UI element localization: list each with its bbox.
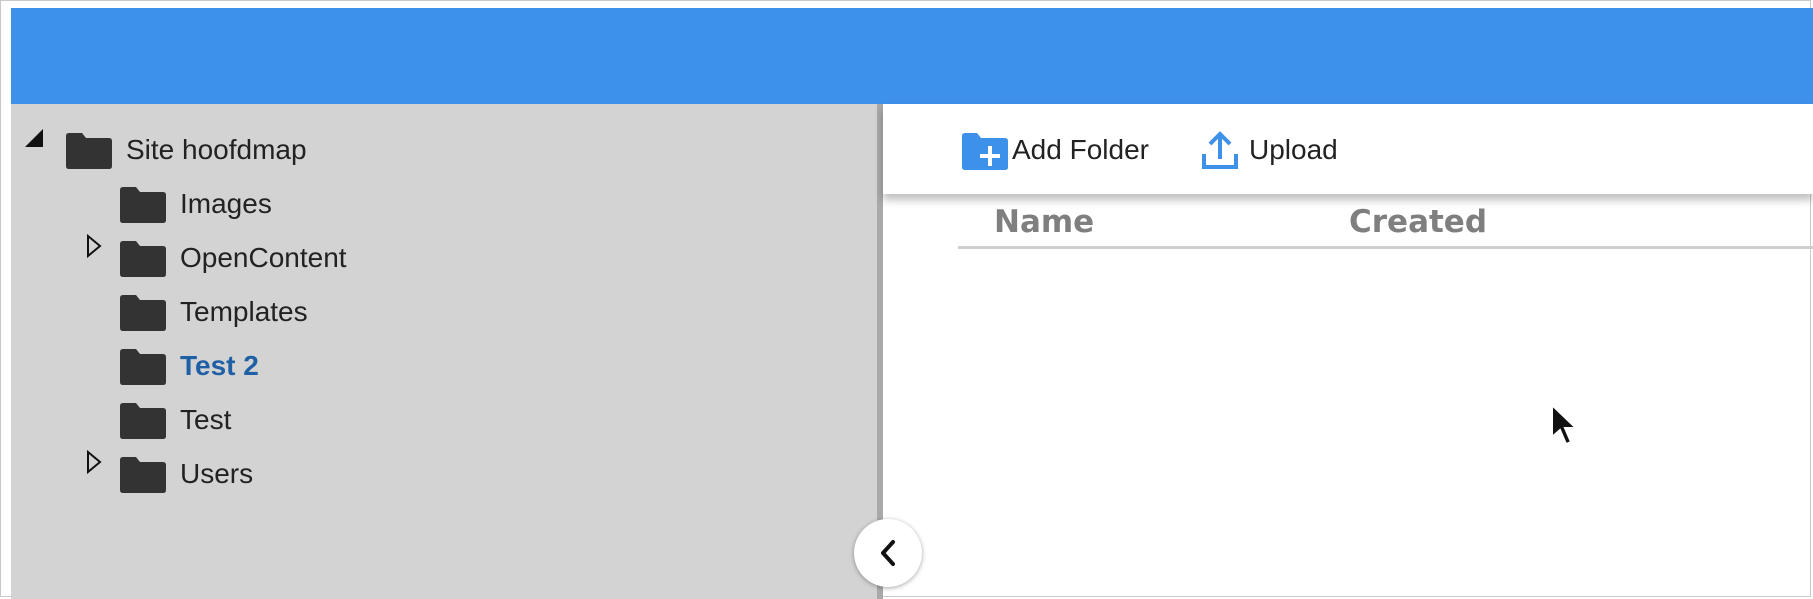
tree-node-images[interactable]: Images xyxy=(120,184,272,224)
tree-node-label: Images xyxy=(180,188,272,219)
chevron-left-icon xyxy=(881,540,895,566)
folder-icon xyxy=(66,133,112,169)
toolbar: Add Folder Upload xyxy=(883,104,1813,194)
tree-node-templates[interactable]: Templates xyxy=(120,292,308,332)
upload-icon xyxy=(1202,131,1238,169)
tree-node-test[interactable]: Test xyxy=(120,400,231,440)
upload-button[interactable]: Upload xyxy=(1201,130,1338,170)
folder-icon xyxy=(120,403,166,439)
tree-node-label: Site hoofdmap xyxy=(126,134,307,165)
folder-icon xyxy=(120,187,166,223)
triangle-expanded-icon[interactable] xyxy=(25,129,43,153)
column-header-name[interactable]: Name xyxy=(994,204,1094,240)
mouse-cursor-icon xyxy=(1551,403,1579,446)
tree-node-root[interactable]: Site hoofdmap xyxy=(66,130,307,170)
folder-icon xyxy=(120,349,166,385)
collapse-sidebar-button[interactable] xyxy=(854,519,922,587)
file-list-header: Name Created xyxy=(958,200,1813,249)
triangle-collapsed-icon[interactable] xyxy=(86,234,104,258)
tree-node-label: OpenContent xyxy=(180,242,347,273)
tree-node-label: Test 2 xyxy=(180,350,259,381)
folder-icon xyxy=(120,295,166,331)
folder-tree-panel: Site hoofdmap Images OpenContent Templat… xyxy=(11,104,877,599)
folder-icon xyxy=(120,241,166,277)
add-folder-button[interactable]: Add Folder xyxy=(962,130,1149,170)
tree-node-opencontent[interactable]: OpenContent xyxy=(120,238,347,278)
folder-icon xyxy=(120,457,166,493)
tree-node-label: Templates xyxy=(180,296,308,327)
tree-node-label: Test xyxy=(180,404,232,435)
folder-plus-icon xyxy=(962,133,1008,170)
column-header-created[interactable]: Created xyxy=(1349,204,1487,240)
triangle-collapsed-icon[interactable] xyxy=(86,450,104,474)
upload-label: Upload xyxy=(1249,134,1338,165)
header-bar xyxy=(11,8,1813,104)
add-folder-label: Add Folder xyxy=(1012,134,1149,165)
tree-node-users[interactable]: Users xyxy=(120,454,253,494)
tree-node-label: Users xyxy=(180,458,254,489)
tree-node-test-2[interactable]: Test 2 xyxy=(120,346,259,386)
